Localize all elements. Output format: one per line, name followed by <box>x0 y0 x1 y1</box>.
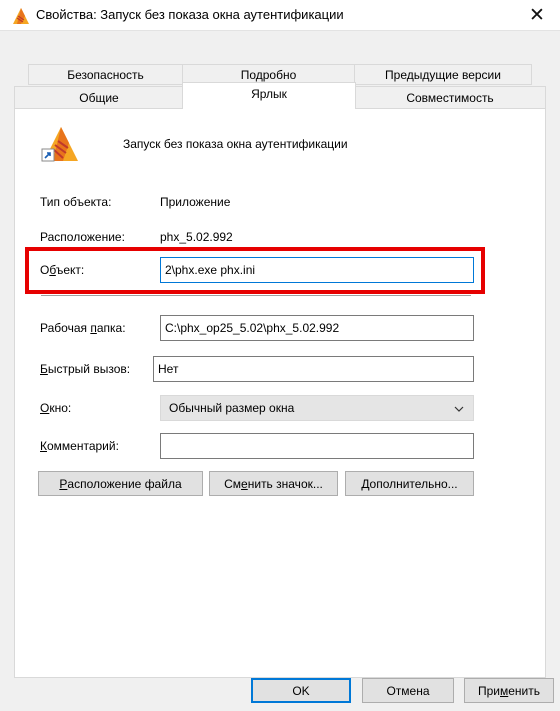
location-value: phx_5.02.992 <box>160 230 233 244</box>
tab-shortcut[interactable]: Ярлык <box>182 82 356 109</box>
button-label: Отмена <box>386 683 430 698</box>
label-part: омментарий: <box>47 439 119 453</box>
label-part: ополнительно... <box>369 476 458 491</box>
window-title: Свойства: Запуск без показа окна аутенти… <box>36 7 344 22</box>
label-part: нить значок... <box>247 476 323 491</box>
shortcut-panel: Запуск без показа окна аутентификации Ти… <box>14 108 546 678</box>
tab-general[interactable]: Общие <box>14 86 184 109</box>
label-part: апка: <box>96 321 126 335</box>
cancel-button[interactable]: Отмена <box>362 678 454 703</box>
tab-label: Ярлык <box>251 87 287 101</box>
label-accel: м <box>500 683 509 698</box>
workdir-label: Рабочая папка: <box>40 321 126 335</box>
button-label: OK <box>292 683 310 698</box>
tab-label: Предыдущие версии <box>385 67 501 82</box>
tab-label: Безопасность <box>67 67 144 82</box>
label-accel: О <box>40 401 50 415</box>
label-part: ыстрый вызов: <box>47 362 131 376</box>
window-label: Окно: <box>40 401 71 415</box>
tab-security[interactable]: Безопасность <box>28 64 183 85</box>
app-icon <box>13 8 29 24</box>
shortcut-app-icon <box>41 127 78 162</box>
separator <box>41 295 471 297</box>
tab-label: Совместимость <box>406 90 494 105</box>
type-value: Приложение <box>160 195 231 209</box>
tab-compatibility[interactable]: Совместимость <box>354 86 546 109</box>
label-part: При <box>477 683 500 698</box>
label-accel: К <box>40 439 47 453</box>
label-part: См <box>224 476 242 491</box>
change-icon-button[interactable]: См е нить значок... <box>209 471 338 496</box>
open-file-location-button[interactable]: Расположение файла <box>38 471 203 496</box>
highlight-rectangle <box>25 247 485 294</box>
tab-label: Общие <box>79 90 119 105</box>
close-icon: ✕ <box>529 4 545 26</box>
comment-label: Комментарий: <box>40 439 119 453</box>
label-part: кно: <box>49 401 72 415</box>
label-accel: Р <box>59 476 68 491</box>
hotkey-input[interactable]: Нет <box>153 356 474 382</box>
label-part: Рабочая <box>40 321 91 335</box>
workdir-input[interactable]: C:\phx_op25_5.02\phx_5.02.992 <box>160 315 474 341</box>
shortcut-name: Запуск без показа окна аутентификации <box>123 137 348 151</box>
tab-label: Подробно <box>240 67 297 82</box>
label-accel: е <box>241 476 248 491</box>
close-button[interactable]: ✕ <box>514 0 560 30</box>
tab-previous-versions[interactable]: Предыдущие версии <box>354 64 532 85</box>
window-size-select[interactable]: Обычный размер окна <box>160 395 474 421</box>
ok-button[interactable]: OK <box>251 678 351 703</box>
label-accel: Б <box>40 362 48 376</box>
advanced-button[interactable]: Дополнительно... <box>345 471 474 496</box>
label-part: енить <box>508 683 541 698</box>
location-label: Расположение: <box>40 230 125 244</box>
label-accel: Д <box>361 476 370 491</box>
comment-input[interactable] <box>160 433 474 459</box>
window-size-value: Обычный размер окна <box>169 401 295 415</box>
type-label: Тип объекта: <box>40 195 112 209</box>
chevron-down-icon <box>454 406 464 412</box>
apply-button[interactable]: При м енить <box>464 678 554 703</box>
hotkey-label: Быстрый вызов: <box>40 362 130 376</box>
title-bar: Свойства: Запуск без показа окна аутенти… <box>0 0 560 31</box>
label-part: асположение файла <box>67 476 182 491</box>
